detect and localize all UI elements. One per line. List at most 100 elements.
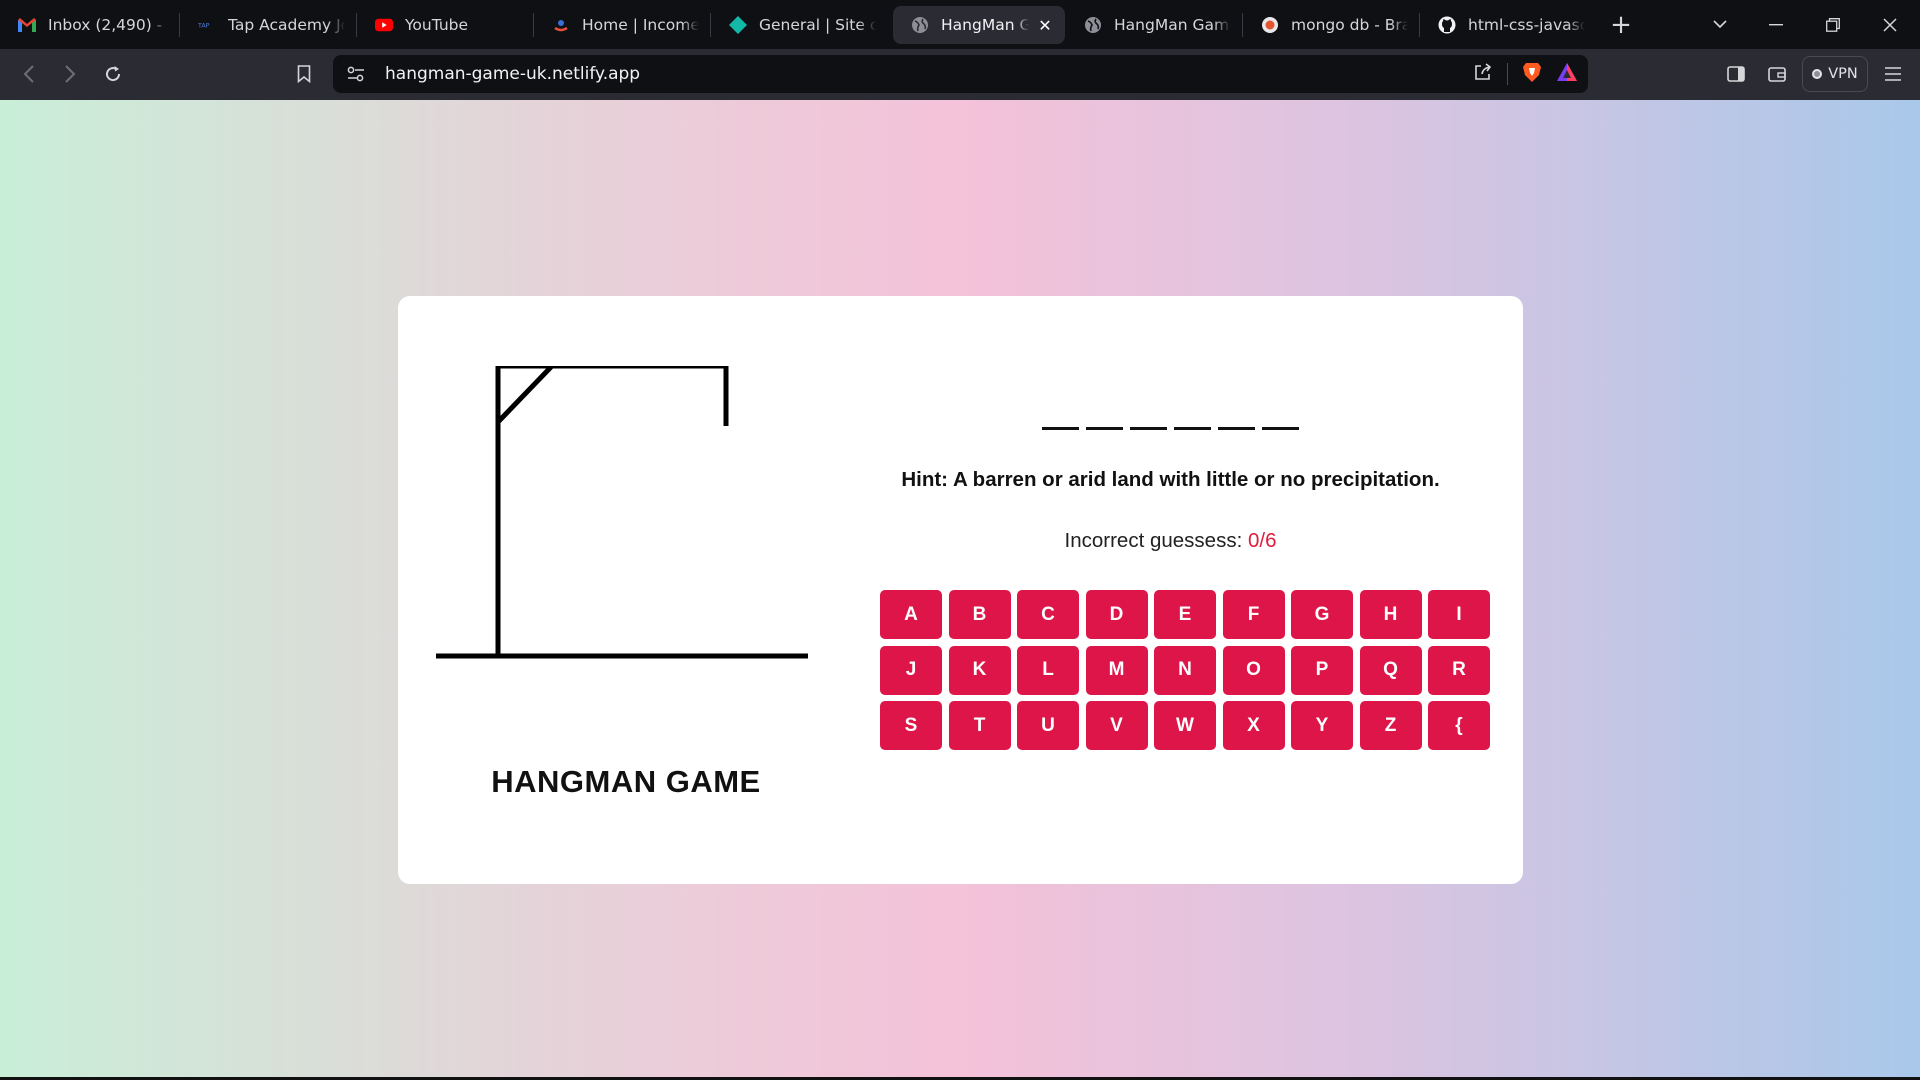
address-bar[interactable]: hangman-game-uk.netlify.app bbox=[333, 55, 1588, 93]
key-k[interactable]: K bbox=[948, 645, 1011, 695]
bookmark-icon[interactable] bbox=[287, 57, 321, 91]
tab-strip: Inbox (2,490) - kar TAP Tap Academy Job … bbox=[0, 0, 1920, 49]
key-i[interactable]: I bbox=[1428, 590, 1490, 639]
hint-value: A barren or arid land with little or no … bbox=[952, 468, 1440, 491]
tab-income-tax[interactable]: Home | Income Ta bbox=[534, 6, 709, 44]
globe-icon bbox=[1084, 16, 1102, 34]
page-background: HANGMAN GAME Hint: A barren or arid land… bbox=[0, 100, 1920, 1077]
browser-toolbar: hangman-game-uk.netlify.app VPN bbox=[0, 49, 1920, 100]
key-n[interactable]: N bbox=[1154, 645, 1216, 695]
key-h[interactable]: H bbox=[1359, 590, 1422, 639]
omnibox-divider bbox=[1507, 63, 1508, 85]
tab-label: Home | Income Ta bbox=[582, 16, 699, 34]
letter-slot bbox=[1174, 416, 1211, 430]
menu-icon[interactable] bbox=[1876, 57, 1910, 91]
incorrect-guesses: Incorrect guessess: 0/6 bbox=[868, 529, 1473, 553]
letter-slot bbox=[1262, 416, 1299, 430]
restore-icon[interactable] bbox=[1805, 0, 1861, 49]
key-p[interactable]: P bbox=[1291, 645, 1353, 695]
back-icon[interactable] bbox=[12, 57, 46, 91]
forward-icon[interactable] bbox=[53, 57, 87, 91]
brave-rewards-icon[interactable] bbox=[1556, 62, 1578, 86]
close-window-icon[interactable] bbox=[1862, 0, 1918, 49]
tab-hangman-active[interactable]: HangMan Gar ✕ bbox=[893, 6, 1065, 44]
tab-youtube[interactable]: YouTube bbox=[357, 6, 532, 44]
url-text[interactable]: hangman-game-uk.netlify.app bbox=[385, 64, 640, 84]
key-y[interactable]: Y bbox=[1291, 701, 1353, 750]
brave-shields-icon[interactable] bbox=[1522, 61, 1542, 87]
key-c[interactable]: C bbox=[1017, 590, 1079, 639]
hint-text: Hint: A barren or arid land with little … bbox=[868, 468, 1473, 492]
key-o[interactable]: O bbox=[1222, 645, 1285, 695]
key-brace[interactable]: { bbox=[1428, 701, 1490, 750]
key-g[interactable]: G bbox=[1291, 590, 1353, 639]
game-card: HANGMAN GAME Hint: A barren or arid land… bbox=[398, 296, 1523, 884]
sidebar-toggle-icon[interactable] bbox=[1719, 57, 1753, 91]
income-tax-icon bbox=[552, 16, 570, 34]
letter-slot bbox=[1042, 416, 1079, 430]
key-l[interactable]: L bbox=[1017, 645, 1079, 695]
tab-tap-academy[interactable]: TAP Tap Academy Job bbox=[180, 6, 355, 44]
key-m[interactable]: M bbox=[1085, 645, 1148, 695]
vpn-label: VPN bbox=[1828, 66, 1858, 82]
key-d[interactable]: D bbox=[1085, 590, 1148, 639]
tab-label: YouTube bbox=[405, 16, 469, 34]
tab-label: Inbox (2,490) - kar bbox=[48, 16, 168, 34]
key-j[interactable]: J bbox=[880, 645, 942, 695]
tab-github[interactable]: html-css-javascrip bbox=[1420, 6, 1595, 44]
site-settings-icon[interactable] bbox=[337, 55, 375, 93]
tab-label: HangMan Gar bbox=[941, 16, 1029, 34]
brave-search-icon bbox=[1261, 16, 1279, 34]
key-x[interactable]: X bbox=[1222, 701, 1285, 750]
tab-label: mongo db - Brave bbox=[1291, 16, 1408, 34]
key-e[interactable]: E bbox=[1154, 590, 1216, 639]
youtube-icon bbox=[375, 16, 393, 34]
key-z[interactable]: Z bbox=[1359, 701, 1422, 750]
guesses-label: Incorrect guessess: bbox=[1064, 529, 1243, 552]
key-s[interactable]: S bbox=[880, 701, 942, 750]
key-u[interactable]: U bbox=[1017, 701, 1079, 750]
vpn-button[interactable]: VPN bbox=[1802, 56, 1868, 92]
wallet-icon[interactable] bbox=[1760, 57, 1794, 91]
letter-slot bbox=[1086, 416, 1123, 430]
tab-label: General | Site conf bbox=[759, 16, 876, 34]
globe-icon bbox=[911, 16, 929, 34]
letter-keyboard: A B C D E F G H I J K L M N O P Q R S T U V W X Y Z{ bbox=[880, 590, 1492, 750]
key-t[interactable]: T bbox=[948, 701, 1011, 750]
key-b[interactable]: B bbox=[948, 590, 1011, 639]
close-tab-icon[interactable]: ✕ bbox=[1035, 15, 1055, 35]
game-panel: Hint: A barren or arid land with little … bbox=[868, 296, 1490, 884]
share-icon[interactable] bbox=[1473, 62, 1493, 86]
tab-label: html-css-javascrip bbox=[1468, 16, 1585, 34]
key-f[interactable]: F bbox=[1222, 590, 1285, 639]
tab-search-icon[interactable] bbox=[1692, 0, 1748, 49]
minimize-icon[interactable] bbox=[1748, 0, 1804, 49]
key-q[interactable]: Q bbox=[1359, 645, 1422, 695]
letter-slot bbox=[1130, 416, 1167, 430]
github-icon bbox=[1438, 16, 1456, 34]
tab-label: Tap Academy Job bbox=[228, 16, 345, 34]
tab-hangman[interactable]: HangMan Game bbox=[1066, 6, 1241, 44]
tap-academy-icon: TAP bbox=[198, 16, 216, 34]
new-tab-button[interactable]: + bbox=[1605, 9, 1637, 41]
gallows-drawing bbox=[436, 366, 808, 659]
gmail-icon bbox=[18, 16, 36, 34]
vpn-status-icon bbox=[1812, 69, 1823, 79]
svg-text:TAP: TAP bbox=[198, 23, 210, 30]
guesses-count: 0/6 bbox=[1247, 529, 1277, 552]
tab-label: HangMan Game bbox=[1114, 16, 1231, 34]
tab-gmail[interactable]: Inbox (2,490) - kar bbox=[0, 6, 178, 44]
key-v[interactable]: V bbox=[1085, 701, 1148, 750]
letter-slot bbox=[1218, 416, 1255, 430]
key-r[interactable]: R bbox=[1428, 645, 1490, 695]
key-a[interactable]: A bbox=[880, 590, 942, 639]
tab-netlify[interactable]: General | Site conf bbox=[711, 6, 886, 44]
netlify-icon bbox=[729, 16, 747, 34]
hint-label: Hint: bbox=[901, 468, 948, 491]
tab-mongo-search[interactable]: mongo db - Brave bbox=[1243, 6, 1418, 44]
game-title: HANGMAN GAME bbox=[491, 764, 761, 799]
word-display bbox=[868, 416, 1473, 430]
gallows-brace bbox=[496, 366, 553, 424]
reload-icon[interactable] bbox=[96, 57, 130, 91]
key-w[interactable]: W bbox=[1154, 701, 1216, 750]
